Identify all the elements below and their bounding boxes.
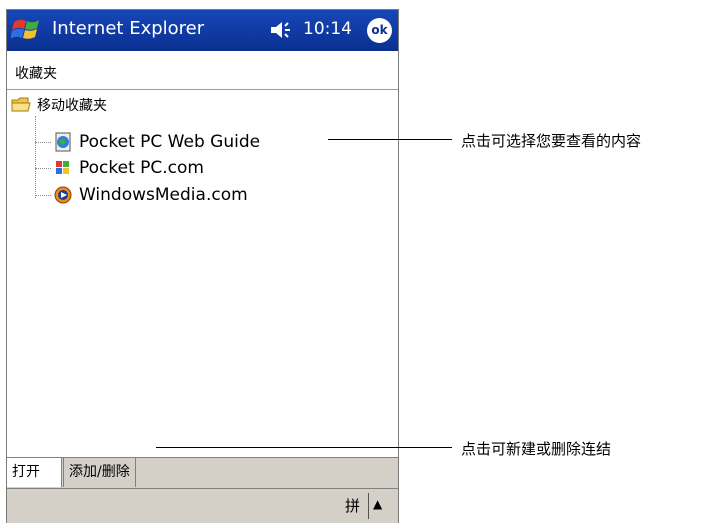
tree-connector	[35, 142, 51, 143]
folder-label: 移动收藏夹	[37, 98, 107, 114]
callout-create-delete-link: 点击可新建或删除连结	[461, 440, 612, 458]
input-method-button[interactable]: 拼	[345, 495, 360, 516]
tree-folder-mobile-favorites[interactable]: 移动收藏夹	[11, 95, 107, 115]
globe-page-icon	[55, 132, 71, 152]
window-title: Internet Explorer	[52, 18, 205, 39]
callout-line-select	[328, 139, 452, 140]
folder-icon	[11, 97, 31, 112]
windows-logo-icon	[56, 161, 69, 174]
command-bar: 拼 ▲	[7, 488, 398, 523]
tab-bar: 打开 添加/删除	[7, 457, 398, 489]
tree-item-pocket-pc-web-guide[interactable]: Pocket PC Web Guide	[53, 132, 260, 152]
item-label: Pocket PC.com	[79, 158, 204, 178]
tree-item-windowsmedia-com[interactable]: WindowsMedia.com	[53, 185, 248, 205]
tree-connector	[35, 168, 51, 169]
windows-flag-icon[interactable]	[11, 15, 43, 45]
ok-button[interactable]: ok	[367, 18, 392, 43]
divider	[368, 493, 369, 519]
tree-connector	[35, 116, 36, 198]
tree-connector	[35, 195, 51, 196]
breadcrumb[interactable]: 收藏夹	[15, 63, 57, 83]
media-player-icon	[54, 186, 72, 204]
tab-open[interactable]: 打开	[7, 458, 62, 487]
pocket-pc-screen: Internet Explorer 10:14 ok 收藏夹 移动收藏夹 Poc…	[6, 9, 399, 523]
title-bar: Internet Explorer 10:14 ok	[7, 10, 398, 51]
input-panel-arrow-icon[interactable]: ▲	[373, 497, 382, 511]
callout-line-create-delete	[156, 447, 452, 448]
item-label: Pocket PC Web Guide	[79, 132, 261, 152]
clock-time[interactable]: 10:14	[303, 19, 352, 39]
tab-add-delete[interactable]: 添加/删除	[63, 458, 136, 487]
tree-item-pocket-pc-com[interactable]: Pocket PC.com	[53, 158, 204, 178]
item-label: WindowsMedia.com	[79, 185, 248, 205]
callout-select-content: 点击可选择您要查看的内容	[461, 132, 642, 150]
speaker-icon[interactable]	[269, 19, 293, 41]
favorites-tree: 移动收藏夹 Pocket PC Web Guide Pocket PC.com	[7, 90, 398, 455]
